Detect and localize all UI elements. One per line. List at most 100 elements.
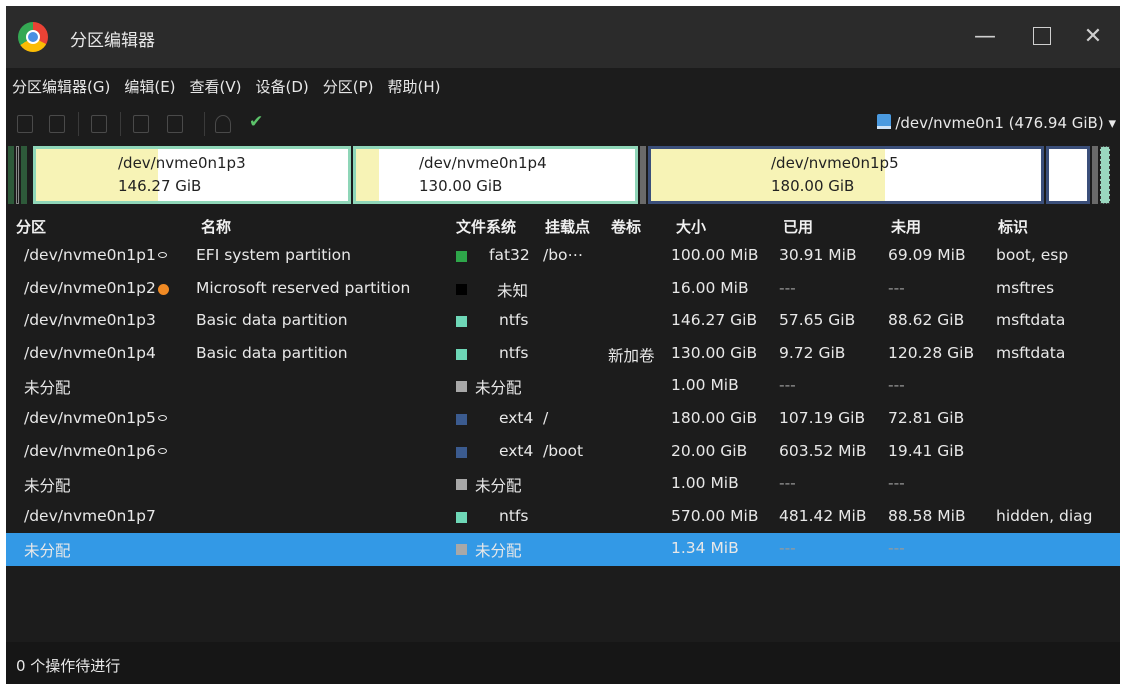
filesystem-cell: ntfs: [499, 311, 529, 330]
paste-button[interactable]: [164, 112, 186, 134]
size-cell: 180.00 GiB: [671, 408, 758, 427]
filesystem-color-icon: [456, 251, 467, 262]
toolbar-separator: [204, 112, 205, 136]
filesystem-color-icon: [456, 446, 467, 458]
name-cell: Microsoft reserved partition: [196, 278, 411, 297]
unused-cell: ---: [888, 474, 905, 493]
table-row[interactable]: /dev/nvme0n1p5 ext4 / 180.00 GiB 107.19 GiB 7…: [6, 403, 1120, 436]
col-size[interactable]: 大小: [676, 216, 706, 237]
pending-operations: 0 个操作待进行: [16, 657, 121, 675]
device-selector[interactable]: /dev/nvme0n1 (476.94 GiB) ▾: [877, 114, 1116, 132]
menu-view[interactable]: 查看(V): [184, 72, 250, 102]
size-cell: 20.00 GiB: [671, 441, 748, 460]
unused-cell: 69.09 MiB: [888, 246, 966, 264]
menu-help[interactable]: 帮助(H): [382, 72, 449, 102]
mountpoint-cell: /boot: [543, 441, 584, 460]
filesystem-cell: fat32: [489, 246, 530, 264]
col-filesystem[interactable]: 文件系统: [456, 216, 516, 237]
size-cell: 1.34 MiB: [671, 539, 739, 558]
used-cell: 107.19 GiB: [779, 408, 866, 427]
col-mountpoint[interactable]: 挂载点: [545, 216, 590, 237]
partition-cell: /dev/nvme0n1p5: [24, 408, 156, 427]
col-partition[interactable]: 分区: [16, 216, 46, 237]
apply-button[interactable]: ✔: [249, 112, 263, 132]
table-row[interactable]: 未分配 未分配 1.00 MiB --- ---: [6, 468, 1120, 501]
partition-cell: /dev/nvme0n1p4: [24, 343, 156, 362]
map-p7[interactable]: [1100, 146, 1110, 204]
menu-partition[interactable]: 分区(P): [317, 72, 382, 102]
size-cell: 1.00 MiB: [671, 474, 739, 493]
map-p5-name: /dev/nvme0n1p5: [771, 154, 899, 172]
table-row[interactable]: /dev/nvme0n1p7 ntfs 570.00 MiB 481.42 MiB 88…: [6, 501, 1120, 534]
filesystem-cell: ext4: [499, 408, 534, 427]
filesystem-color-icon: [456, 283, 467, 295]
size-cell: 1.00 MiB: [671, 376, 739, 395]
used-cell: 9.72 GiB: [779, 343, 846, 362]
filesystem-cell: ntfs: [499, 506, 529, 525]
partition-cell: /dev/nvme0n1p6: [24, 441, 156, 460]
map-p6[interactable]: [1046, 146, 1090, 204]
resize-move-button[interactable]: [88, 112, 110, 134]
filesystem-cell: ext4: [499, 441, 534, 460]
delete-partition-button[interactable]: [46, 112, 68, 134]
table-row[interactable]: /dev/nvme0n1p3 Basic data partition ntfs 14…: [6, 305, 1120, 338]
table-row[interactable]: /dev/nvme0n1p4 Basic data partition ntfs 新加…: [6, 338, 1120, 371]
key-icon: [158, 447, 167, 454]
filesystem-color-icon: [456, 479, 467, 491]
key-icon: [158, 414, 167, 421]
partition-cell: /dev/nvme0n1p3: [24, 311, 156, 330]
map-p5[interactable]: /dev/nvme0n1p5 180.00 GiB: [648, 146, 1044, 204]
map-p4[interactable]: /dev/nvme0n1p4 130.00 GiB: [353, 146, 638, 204]
map-p3[interactable]: /dev/nvme0n1p3 146.27 GiB: [33, 146, 351, 204]
col-unused[interactable]: 未用: [891, 216, 921, 237]
table-row[interactable]: /dev/nvme0n1p1 EFI system partition fat32 /…: [6, 240, 1120, 273]
menu-device[interactable]: 设备(D): [250, 72, 317, 102]
filesystem-cell: 未分配: [475, 542, 522, 561]
warning-icon: [158, 283, 169, 295]
map-p1[interactable]: [8, 146, 14, 204]
used-cell: 57.65 GiB: [779, 311, 856, 330]
col-name[interactable]: 名称: [201, 216, 231, 237]
menu-gparted[interactable]: 分区编辑器(G): [6, 72, 118, 102]
toolbar-separator: [78, 112, 79, 136]
partition-cell: /dev/nvme0n1p7: [24, 506, 156, 525]
table-row[interactable]: 未分配 未分配 1.34 MiB --- ---: [6, 533, 1120, 566]
undo-icon: [215, 115, 231, 133]
table-row[interactable]: /dev/nvme0n1p2 Microsoft reserved partiti…: [6, 273, 1120, 306]
partition-cell: /dev/nvme0n1p2: [24, 278, 156, 297]
used-cell: ---: [779, 376, 796, 395]
col-label[interactable]: 卷标: [611, 216, 641, 237]
map-p3-size: 146.27 GiB: [118, 177, 202, 195]
partition-map: /dev/nvme0n1p3 146.27 GiB /dev/nvme0n1p4…: [8, 144, 1116, 206]
table-row[interactable]: 未分配 未分配 1.00 MiB --- ---: [6, 370, 1120, 403]
unused-cell: ---: [888, 376, 905, 395]
status-bar: 0 个操作待进行: [6, 642, 1120, 684]
map-unallocated[interactable]: [640, 146, 646, 204]
filesystem-cell: 未分配: [475, 477, 522, 496]
flags-cell: msftres: [996, 278, 1055, 297]
unused-cell: ---: [888, 278, 905, 297]
key-icon: [158, 252, 167, 258]
size-cell: 16.00 MiB: [671, 278, 749, 297]
mountpoint-cell: /bo⋯: [543, 246, 584, 264]
close-button[interactable]: ✕: [1076, 20, 1110, 54]
copy-button[interactable]: [130, 112, 152, 134]
title-bar: 分区编辑器 — ✕: [6, 6, 1120, 68]
menu-edit[interactable]: 编辑(E): [118, 72, 183, 102]
col-flags[interactable]: 标识: [998, 216, 1028, 237]
unused-cell: 19.41 GiB: [888, 441, 965, 460]
filesystem-color-icon: [456, 511, 467, 523]
mountpoint-cell: /: [543, 408, 549, 427]
minimize-button[interactable]: —: [968, 20, 1002, 54]
col-used[interactable]: 已用: [783, 216, 813, 237]
filesystem-color-icon: [456, 348, 467, 360]
undo-button[interactable]: [212, 112, 234, 134]
map-p5-size: 180.00 GiB: [771, 177, 855, 195]
new-partition-button[interactable]: [14, 112, 36, 134]
map-p2[interactable]: [16, 146, 19, 204]
used-cell: 603.52 MiB: [779, 441, 867, 460]
map-unallocated[interactable]: [1092, 146, 1098, 204]
table-row[interactable]: /dev/nvme0n1p6 ext4/boot 20.00 GiB 603.52 M…: [6, 436, 1120, 469]
filesystem-cell: ntfs: [499, 343, 529, 362]
size-cell: 146.27 GiB: [671, 311, 758, 330]
